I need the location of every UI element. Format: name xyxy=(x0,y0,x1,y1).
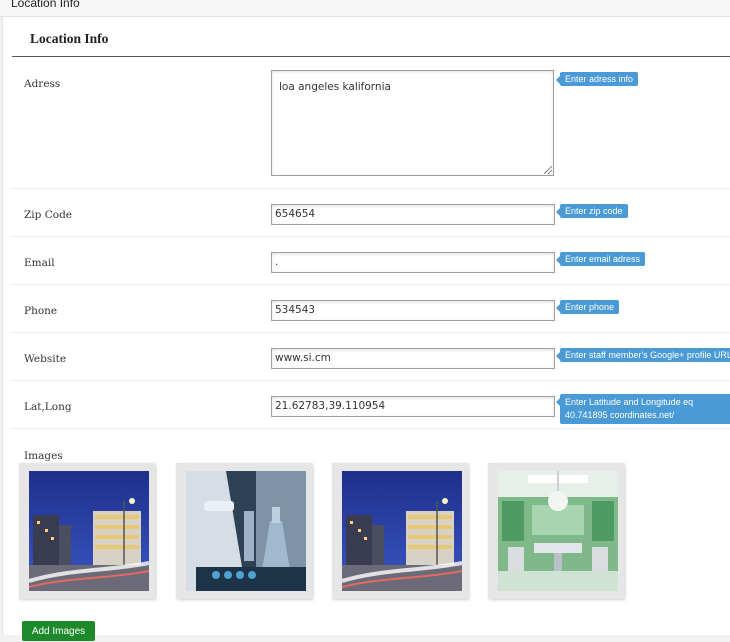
zip-code-label: Zip Code xyxy=(24,209,73,221)
email-row: Email . Enter email adress xyxy=(12,237,730,285)
lat-long-row: Lat,Long 21.62783,39.110954 Enter Latitu… xyxy=(12,381,730,429)
website-row: Website www.si.cm Enter staff member's G… xyxy=(12,333,730,381)
panel-title: Location Info xyxy=(30,31,109,46)
address-row: Adress loa angeles kalifornia Enter adre… xyxy=(12,57,730,189)
phone-row: Phone 534543 Enter phone xyxy=(12,285,730,333)
address-label: Adress xyxy=(24,78,61,90)
night-city-building-image xyxy=(29,471,149,591)
add-images-button[interactable]: Add Images xyxy=(22,621,95,641)
zip-code-row: Zip Code 654654 Enter zip code xyxy=(12,189,730,237)
resize-handle-icon[interactable] xyxy=(544,166,552,174)
image-thumbnail[interactable] xyxy=(19,463,155,599)
top-tab-title: Location Info xyxy=(11,0,80,10)
address-textarea[interactable]: loa angeles kalifornia xyxy=(271,70,554,176)
lat-long-label: Lat,Long xyxy=(24,401,72,413)
lat-long-tooltip: Enter Latitude and Longitude eq 40.74189… xyxy=(556,394,730,424)
phone-input[interactable]: 534543 xyxy=(271,300,555,321)
email-input[interactable]: . xyxy=(271,252,555,273)
night-city-building-image xyxy=(342,471,462,591)
location-info-panel: Location Info Adress loa angeles kalifor… xyxy=(2,17,730,641)
website-input[interactable]: www.si.cm xyxy=(271,348,555,369)
images-label: Images xyxy=(24,450,63,462)
email-label: Email xyxy=(24,257,55,269)
email-tooltip: Enter email adress xyxy=(555,252,646,266)
laboratory-image xyxy=(186,471,306,591)
lat-long-input[interactable]: 21.62783,39.110954 xyxy=(271,396,555,417)
website-tooltip: Enter staff member's Google+ profile URL… xyxy=(555,348,730,362)
image-thumbnail[interactable] xyxy=(332,463,468,599)
operating-room-image xyxy=(498,471,618,591)
zip-code-tooltip: Enter zip code xyxy=(556,204,628,218)
image-thumbnail[interactable] xyxy=(176,463,312,599)
top-tab-bar: Location Info xyxy=(0,0,730,17)
website-label: Website xyxy=(24,353,67,365)
address-tooltip: Enter adress info xyxy=(555,72,639,86)
panel-header: Location Info xyxy=(12,17,730,57)
zip-code-input[interactable]: 654654 xyxy=(271,204,555,225)
address-value: loa angeles kalifornia xyxy=(279,81,391,93)
phone-tooltip: Enter phone xyxy=(555,300,620,314)
image-thumbnail[interactable] xyxy=(488,463,624,599)
phone-label: Phone xyxy=(24,305,58,317)
